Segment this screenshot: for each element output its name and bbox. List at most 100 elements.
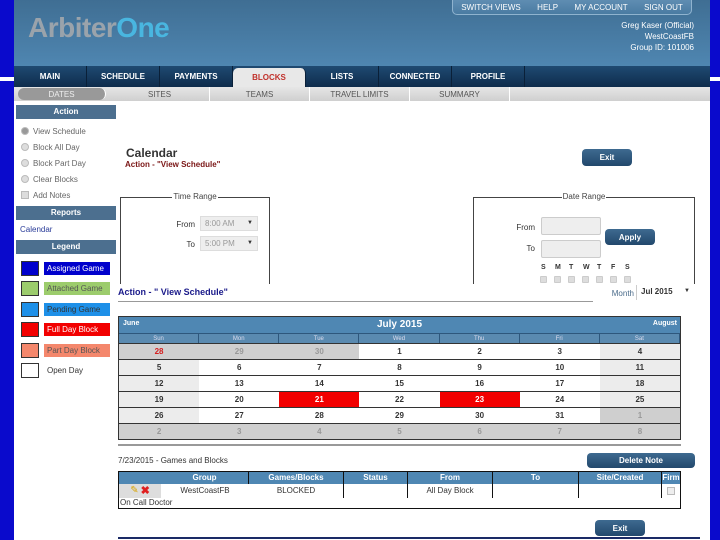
reports-header: Reports [16, 206, 116, 220]
calendar-day[interactable]: 6 [199, 360, 279, 375]
tab-lists[interactable]: LISTS [306, 66, 379, 87]
calendar-day[interactable]: 15 [359, 376, 439, 391]
radio-icon[interactable] [21, 175, 29, 183]
calendar-day[interactable]: 2 [440, 344, 520, 359]
col-from[interactable]: From [408, 472, 493, 484]
day-checkbox[interactable] [596, 276, 603, 283]
col-firm[interactable]: Firm [662, 472, 680, 484]
date-to-input[interactable] [541, 240, 601, 258]
calendar-day[interactable]: 14 [279, 376, 359, 391]
help-link[interactable]: HELP [537, 3, 558, 12]
radio-icon[interactable] [21, 127, 29, 135]
calendar-day[interactable]: 25 [599, 392, 680, 407]
calendar-day[interactable]: 29 [359, 408, 439, 423]
day-checkbox[interactable] [582, 276, 589, 283]
tab-connected[interactable]: CONNECTED [379, 66, 452, 87]
calendar-day[interactable]: 10 [520, 360, 600, 375]
calendar-day[interactable]: 2 [119, 424, 200, 439]
calendar-day[interactable]: 7 [279, 360, 359, 375]
time-to-select[interactable]: 5:00 PM ▼ [200, 236, 258, 251]
subtab-summary[interactable]: SUMMARY [410, 87, 510, 101]
radio-label: Clear Blocks [33, 174, 78, 184]
edit-pencil-icon[interactable]: ✎ [130, 484, 138, 498]
calendar-day[interactable]: 4 [279, 424, 360, 439]
calendar-day[interactable]: 28 [279, 408, 359, 423]
calendar-day[interactable]: 13 [199, 376, 279, 391]
tab-blocks[interactable]: BLOCKS [233, 68, 306, 87]
sign-out-link[interactable]: SIGN OUT [644, 3, 683, 12]
switch-views-link[interactable]: SWITCH VIEWS [461, 3, 521, 12]
calendar-day[interactable]: 28 [119, 344, 200, 359]
month-select[interactable]: Jul 2015 ▼ [636, 285, 694, 300]
apply-button[interactable]: Apply [605, 229, 655, 245]
calendar-day[interactable]: 9 [440, 360, 520, 375]
radio-icon[interactable] [21, 143, 29, 151]
calendar-day[interactable]: 31 [520, 408, 600, 423]
calendar-day[interactable]: 19 [119, 392, 200, 407]
calendar-day[interactable]: 30 [279, 344, 360, 359]
day-checkbox[interactable] [540, 276, 547, 283]
calendar-day[interactable]: 5 [359, 424, 440, 439]
calendar-day[interactable]: 1 [599, 408, 680, 423]
calendar-day[interactable]: 7 [519, 424, 600, 439]
calendar-day[interactable]: 8 [599, 424, 680, 439]
calendar-day[interactable]: 21 [279, 392, 360, 407]
calendar-day[interactable]: 12 [119, 376, 200, 391]
subtab-sites[interactable]: SITES [110, 87, 210, 101]
tab-main[interactable]: MAIN [14, 66, 87, 87]
calendar-day[interactable]: 3 [199, 424, 280, 439]
calendar-day[interactable]: 18 [599, 376, 680, 391]
radio-icon[interactable] [21, 159, 29, 167]
next-month-link[interactable]: August [653, 320, 677, 327]
calendar-day[interactable]: 23 [439, 392, 520, 407]
calendar-day[interactable]: 24 [520, 392, 600, 407]
action-heading: Action - " View Schedule" [118, 287, 228, 297]
firm-checkbox[interactable] [667, 487, 675, 495]
calendar-day[interactable]: 11 [599, 360, 680, 375]
day-checkbox[interactable] [568, 276, 575, 283]
radio-block-all-day[interactable]: Block All Day [16, 139, 116, 155]
calendar-day[interactable]: 4 [599, 344, 680, 359]
radio-clear-blocks[interactable]: Clear Blocks [16, 171, 116, 187]
col-games-blocks[interactable]: Games/Blocks [249, 472, 344, 484]
day-checkbox[interactable] [610, 276, 617, 283]
day-checkbox[interactable] [624, 276, 631, 283]
logo[interactable]: ArbiterOne [28, 12, 170, 44]
calendar-report-link[interactable]: Calendar [16, 224, 116, 238]
my-account-link[interactable]: MY ACCOUNT [574, 3, 627, 12]
day-checkbox[interactable] [554, 276, 561, 283]
calendar-day[interactable]: 26 [119, 408, 200, 423]
calendar-day[interactable]: 5 [119, 360, 200, 375]
calendar-day[interactable]: 17 [520, 376, 600, 391]
calendar-day[interactable]: 16 [440, 376, 520, 391]
radio-view-schedule[interactable]: View Schedule [16, 123, 116, 139]
radio-block-part-day[interactable]: Block Part Day [16, 155, 116, 171]
checkbox-icon[interactable] [21, 191, 29, 199]
calendar-day[interactable]: 1 [359, 344, 439, 359]
tab-schedule[interactable]: SCHEDULE [87, 66, 160, 87]
exit-button-top[interactable]: Exit [582, 149, 632, 166]
tab-profile[interactable]: PROFILE [452, 66, 525, 87]
subtab-teams[interactable]: TEAMS [210, 87, 310, 101]
calendar-day[interactable]: 22 [359, 392, 439, 407]
delete-note-button[interactable]: Delete Note [587, 453, 695, 468]
calendar-day[interactable]: 3 [520, 344, 600, 359]
subtab-dates[interactable]: DATES [18, 88, 106, 100]
tab-payments[interactable]: PAYMENTS [160, 66, 233, 87]
col-to[interactable]: To [493, 472, 579, 484]
col-group[interactable]: Group [161, 472, 249, 484]
delete-x-icon[interactable]: ✖ [141, 484, 150, 498]
exit-button-bottom[interactable]: Exit [595, 520, 645, 536]
calendar-day[interactable]: 6 [439, 424, 520, 439]
calendar-day[interactable]: 29 [199, 344, 280, 359]
calendar-day[interactable]: 20 [199, 392, 279, 407]
calendar-day[interactable]: 27 [199, 408, 279, 423]
add-notes-checkbox[interactable]: Add Notes [16, 187, 116, 203]
subtab-travel-limits[interactable]: TRAVEL LIMITS [310, 87, 410, 101]
calendar-day[interactable]: 8 [359, 360, 439, 375]
time-from-select[interactable]: 8:00 AM ▼ [200, 216, 258, 231]
date-from-input[interactable] [541, 217, 601, 235]
calendar-day[interactable]: 30 [440, 408, 520, 423]
col-status[interactable]: Status [344, 472, 408, 484]
col-site-created[interactable]: Site/Created [579, 472, 662, 484]
